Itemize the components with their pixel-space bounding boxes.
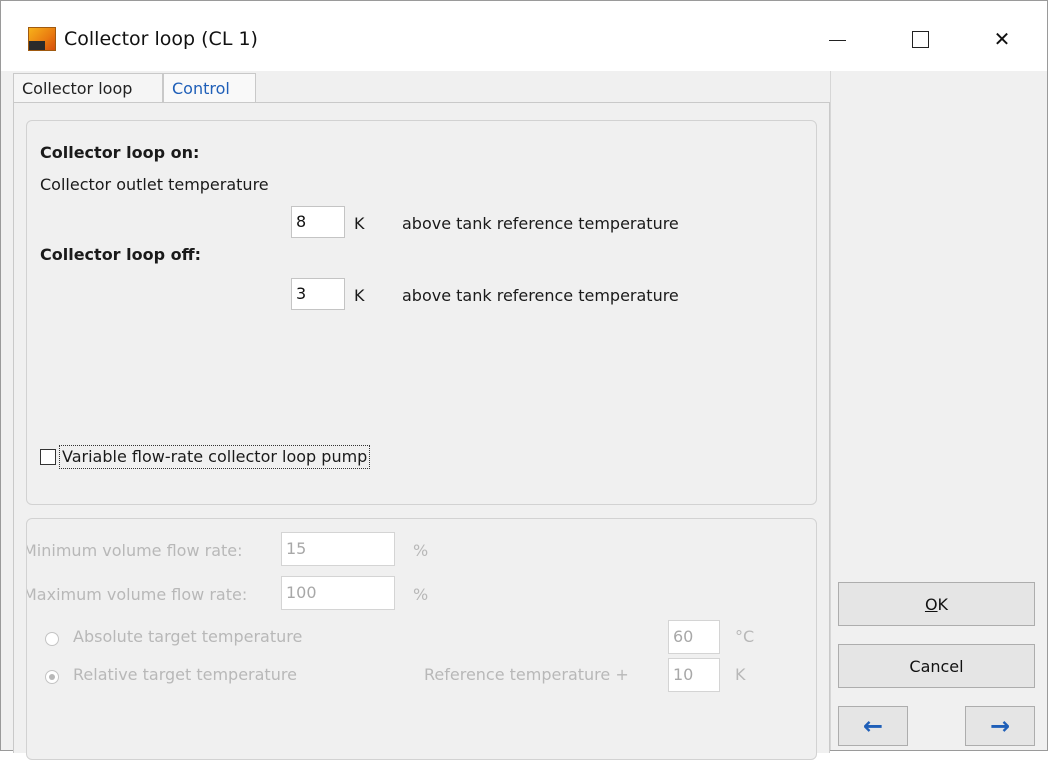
absolute-target-input[interactable]: 60 bbox=[668, 620, 720, 654]
ok-button[interactable]: OK bbox=[838, 582, 1035, 626]
tab-collector-loop[interactable]: Collector loop bbox=[13, 73, 163, 103]
left-arrow-icon: ← bbox=[862, 712, 884, 740]
loop-on-heading: Collector loop on: bbox=[40, 143, 200, 162]
loop-off-heading: Collector loop off: bbox=[40, 245, 201, 264]
absolute-target-radio[interactable] bbox=[45, 632, 59, 646]
minimize-icon bbox=[828, 39, 846, 41]
back-button[interactable]: ← bbox=[838, 706, 908, 746]
minimize-button[interactable] bbox=[809, 19, 865, 59]
variable-pump-label[interactable]: Variable flow-rate collector loop pump bbox=[59, 445, 371, 469]
max-flow-label: Maximum volume flow rate: bbox=[26, 585, 248, 604]
ok-label-rest: K bbox=[937, 594, 949, 614]
app-logo-icon bbox=[28, 27, 56, 51]
forward-button[interactable]: → bbox=[965, 706, 1035, 746]
right-arrow-icon: → bbox=[989, 712, 1011, 740]
window-title: Collector loop (CL 1) bbox=[64, 28, 258, 50]
relative-target-unit: K bbox=[735, 665, 746, 684]
variable-pump-checkbox[interactable] bbox=[40, 449, 56, 465]
min-flow-input[interactable]: 15 bbox=[281, 532, 395, 566]
title-bar: Collector loop (CL 1) ✕ bbox=[1, 1, 1047, 71]
dialog-window: Collector loop (CL 1) ✕ Collector loop C… bbox=[0, 0, 1048, 760]
absolute-target-unit: °C bbox=[735, 627, 755, 646]
cancel-button[interactable]: Cancel bbox=[838, 644, 1035, 688]
relative-target-radio[interactable] bbox=[45, 670, 59, 684]
vertical-divider bbox=[830, 71, 831, 750]
maximize-icon bbox=[911, 30, 929, 48]
maximize-button[interactable] bbox=[892, 19, 948, 59]
absolute-target-label: Absolute target temperature bbox=[73, 627, 303, 646]
flow-rate-settings-group: Minimum volume flow rate: 15 % Maximum v… bbox=[26, 518, 817, 760]
relative-target-label: Relative target temperature bbox=[73, 665, 297, 684]
control-tab-panel: Collector loop on: Collector outlet temp… bbox=[13, 102, 830, 760]
reference-temperature-label: Reference temperature + bbox=[424, 665, 629, 684]
tab-control[interactable]: Control bbox=[163, 73, 256, 103]
dialog-content: Collector loop Control Collector loop on… bbox=[1, 71, 1047, 760]
close-icon: ✕ bbox=[993, 27, 1011, 51]
min-flow-label: Minimum volume flow rate: bbox=[26, 541, 243, 560]
on-off-settings-group: Collector loop on: Collector outlet temp… bbox=[26, 120, 817, 505]
min-flow-unit: % bbox=[413, 541, 429, 560]
relative-target-input[interactable]: 10 bbox=[668, 658, 720, 692]
outlet-temperature-label: Collector outlet temperature bbox=[40, 175, 269, 194]
loop-on-delta-input[interactable]: 8 bbox=[291, 206, 345, 238]
loop-off-delta-input[interactable]: 3 bbox=[291, 278, 345, 310]
close-button[interactable]: ✕ bbox=[974, 19, 1030, 59]
loop-off-description: above tank reference temperature bbox=[402, 286, 679, 305]
max-flow-input[interactable]: 100 bbox=[281, 576, 395, 610]
max-flow-unit: % bbox=[413, 585, 429, 604]
ok-mnemonic: O bbox=[924, 594, 938, 614]
loop-on-unit: K bbox=[354, 214, 365, 233]
loop-off-unit: K bbox=[354, 286, 365, 305]
loop-on-description: above tank reference temperature bbox=[402, 214, 679, 233]
